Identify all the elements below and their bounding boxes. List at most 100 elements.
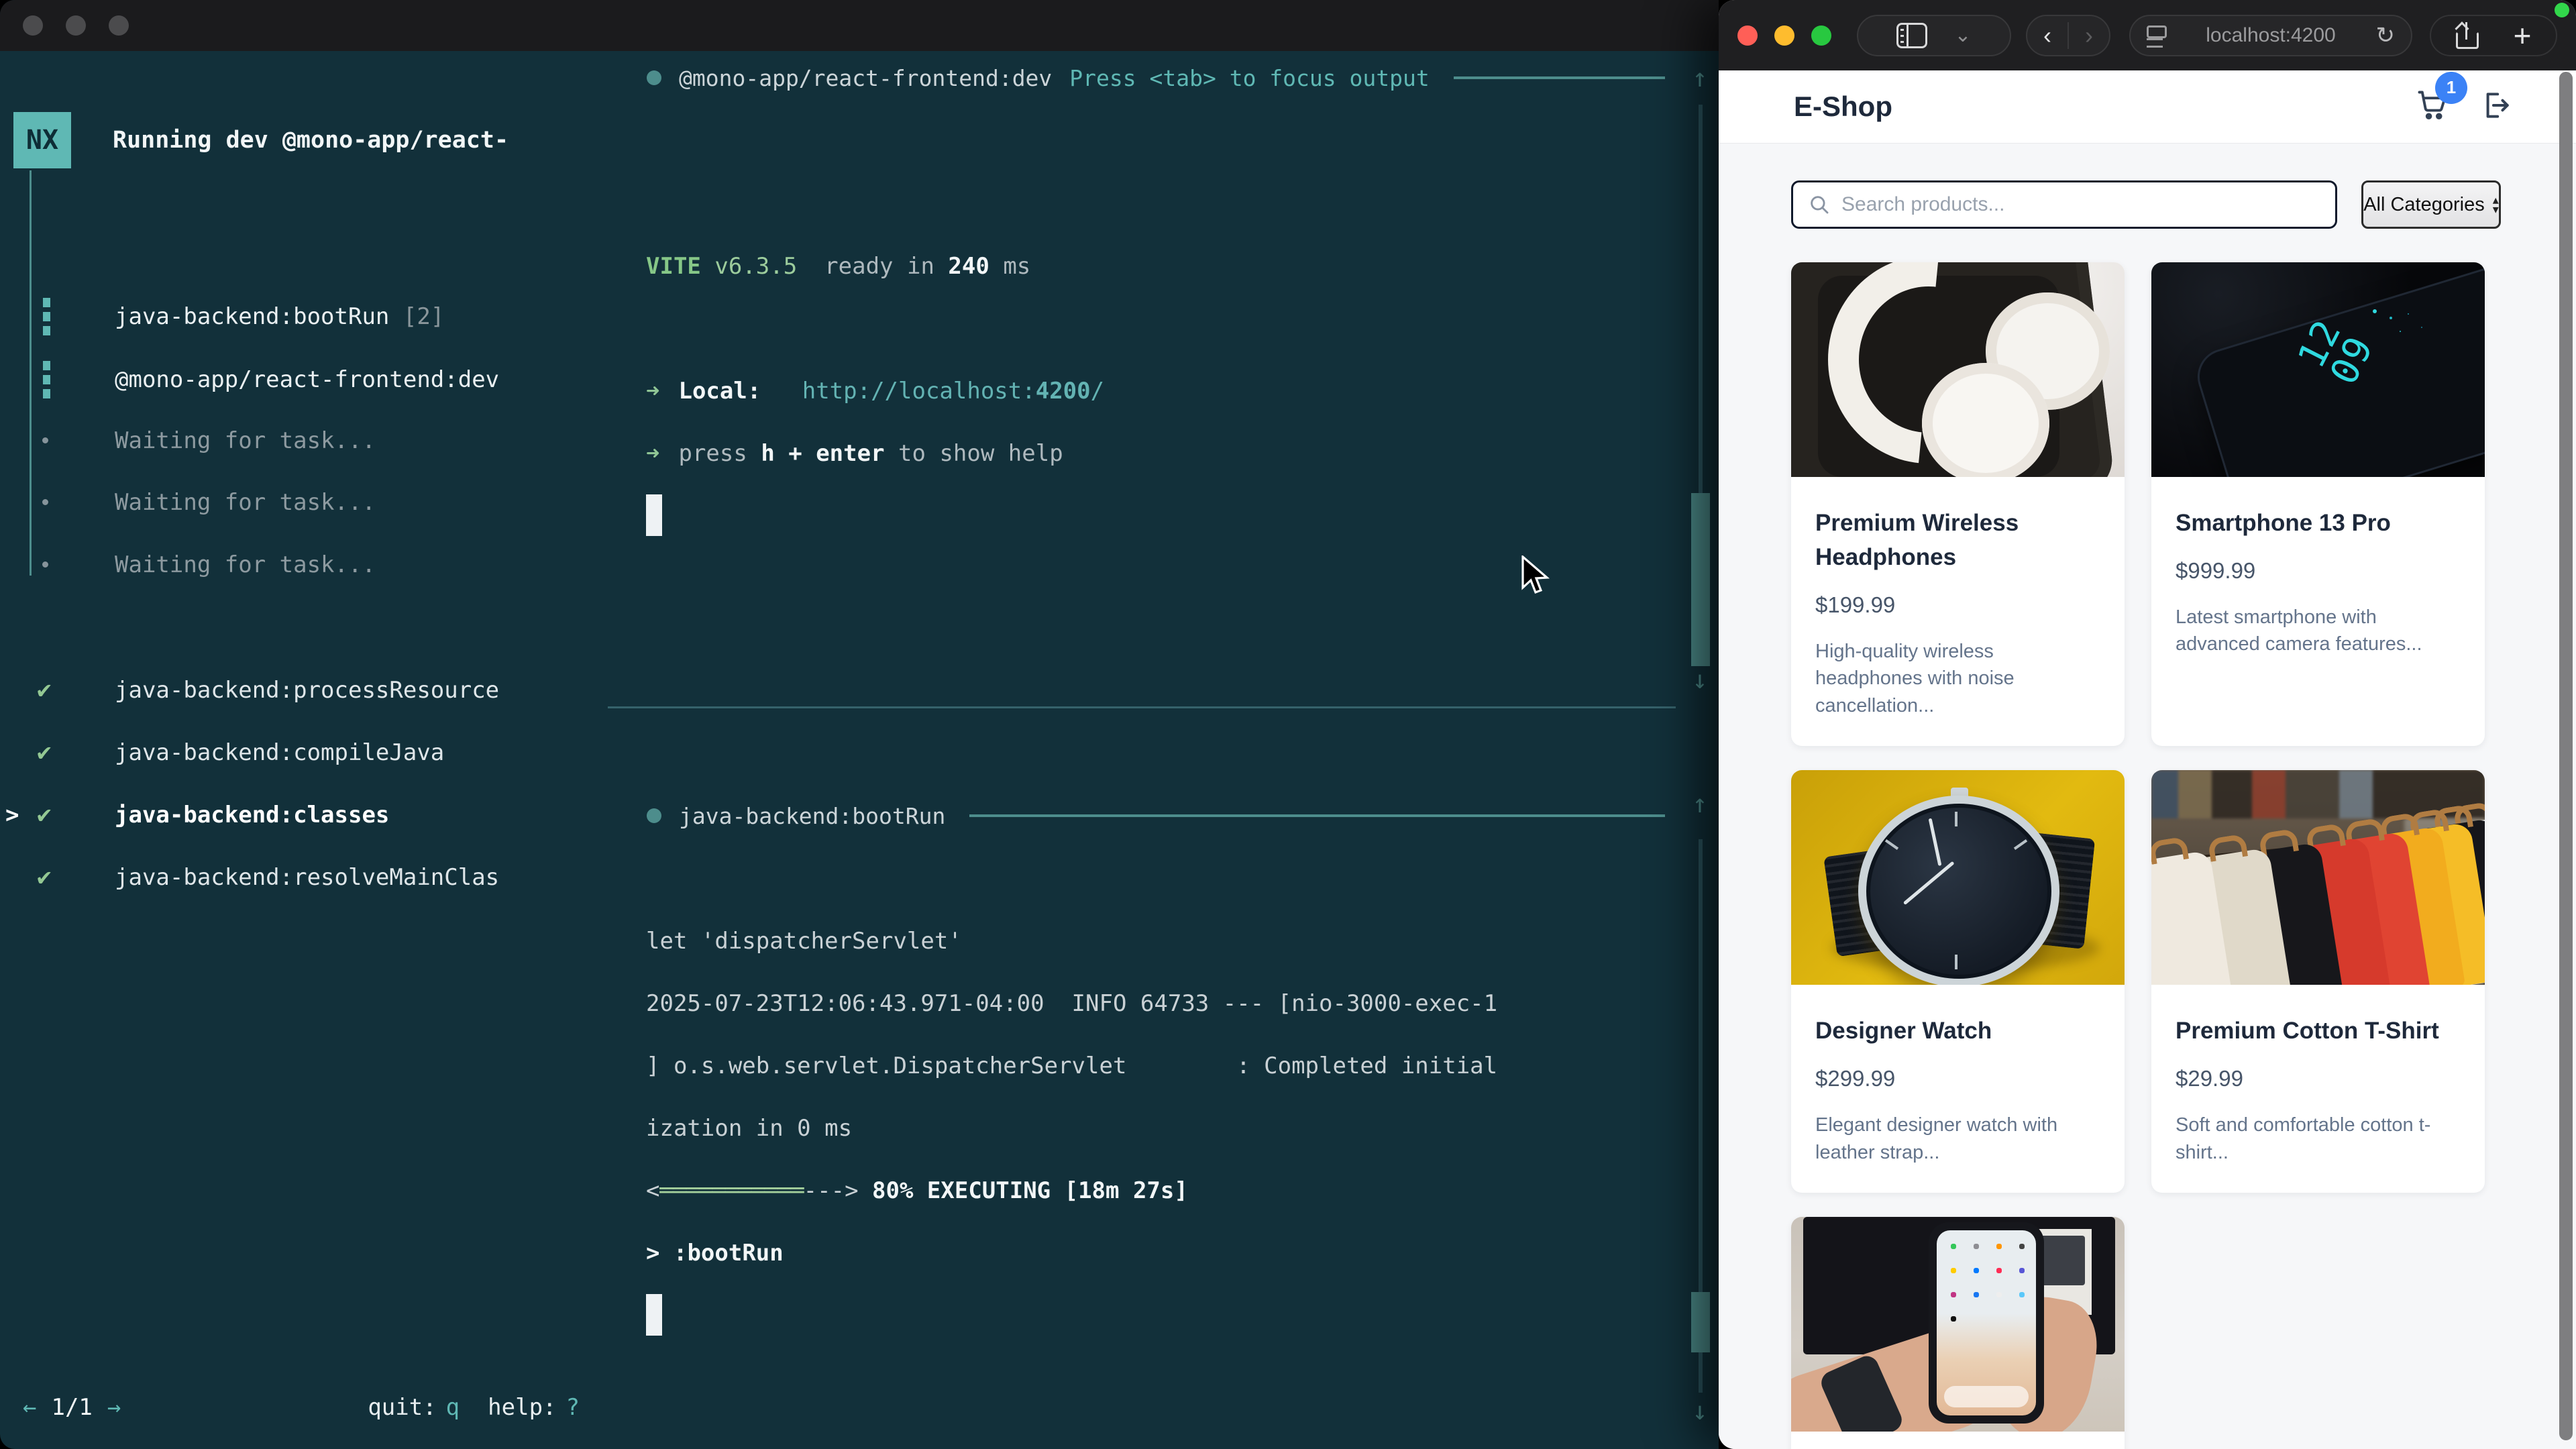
nx-logo: NX: [13, 112, 71, 168]
product-card[interactable]: 1209 Smartphone 13 Pro $999.99 Latest sm…: [2151, 262, 2485, 746]
panel-header[interactable]: @mono-app/react-frontend:dev Press <tab>…: [608, 51, 1719, 105]
scrollbar-thumb[interactable]: [1691, 1292, 1710, 1352]
output-panel-frontend: @mono-app/react-frontend:dev Press <tab>…: [608, 51, 1719, 706]
prompt-chevron: >: [646, 1240, 659, 1267]
maximize-button[interactable]: [109, 15, 129, 36]
log-line: ] o.s.web.servlet.DispatcherServlet : Co…: [646, 1034, 1719, 1097]
output-column: @mono-app/react-frontend:dev Press <tab>…: [608, 51, 1719, 1449]
share-icon[interactable]: [2456, 22, 2479, 49]
check-icon: ✔: [37, 676, 52, 704]
cart-count-badge: 1: [2435, 72, 2467, 104]
terminal-cursor: [646, 1294, 662, 1336]
task-count-badge: [2]: [403, 303, 444, 330]
pager-indicator: 1/1: [51, 1394, 92, 1421]
category-value: All Categories: [2363, 194, 2485, 216]
header-rule: [969, 814, 1665, 817]
close-button[interactable]: [23, 15, 43, 36]
cart-button[interactable]: 1: [2415, 88, 2450, 126]
product-card[interactable]: Premium Cotton T-Shirt $29.99 Soft and c…: [2151, 770, 2485, 1193]
nav-buttons: ‹ ›: [2026, 15, 2110, 56]
product-card[interactable]: Premium Wireless Headphones $199.99 High…: [1791, 262, 2125, 746]
vite-output: VITE v6.3.5 ready in 240 ms ➜ Local: htt…: [608, 105, 1719, 536]
sidebar-toggle-icon[interactable]: [1896, 23, 1927, 48]
header-rule: [1454, 76, 1665, 79]
product-name: Smartphone 13 Pro: [2176, 506, 2461, 541]
help-keys: h + enter: [761, 440, 884, 467]
product-desc: Latest smartphone with advanced camera f…: [2176, 604, 2461, 658]
url-text[interactable]: localhost:4200: [2131, 24, 2411, 47]
shop-header: E-Shop 1: [1719, 70, 2576, 143]
task-label: @mono-app/react-frontend:dev: [115, 366, 499, 393]
scroll-up-icon[interactable]: ↑: [1686, 63, 1713, 93]
scrollbar-thumb[interactable]: [1691, 493, 1710, 666]
select-arrows-icon: ▴▾: [2493, 195, 2499, 214]
terminal-window: NX Running dev @mono-app/react- java-bac…: [0, 0, 1719, 1449]
help-label: help:: [488, 1394, 556, 1421]
mouse-cursor: [1520, 555, 1550, 598]
toolbar-actions: +: [2430, 15, 2557, 56]
product-name: Premium Cotton T-Shirt: [2176, 1014, 2461, 1049]
product-price: $299.99: [1815, 1066, 2100, 1091]
quit-label: quit:: [368, 1394, 436, 1421]
gradle-output: let 'dispatcherServlet' 2025-07-23T12:06…: [608, 843, 1719, 1336]
page-scrollbar-thumb[interactable]: [2559, 72, 2573, 1440]
pager-prev-icon[interactable]: ←: [23, 1394, 36, 1421]
shop-brand: E-Shop: [1794, 91, 1892, 123]
chevron-down-icon[interactable]: ⌄: [1954, 23, 1971, 47]
search-box[interactable]: [1791, 180, 2337, 229]
quit-key: q: [446, 1394, 460, 1421]
product-price: $999.99: [2176, 558, 2461, 584]
eshop-page: E-Shop 1: [1719, 70, 2576, 1449]
sidebar-toggle-group: ⌄: [1857, 15, 2011, 56]
scroll-up-icon[interactable]: ↑: [1686, 789, 1713, 818]
task-label: Waiting for task...: [115, 489, 376, 516]
progress-bar: ═══════════: [659, 1177, 803, 1204]
search-input[interactable]: [1841, 193, 2320, 216]
back-button[interactable]: ‹: [2027, 21, 2068, 50]
spinner-icon: [39, 298, 54, 335]
product-card[interactable]: Designer Watch $299.99 Elegant designer …: [1791, 770, 2125, 1193]
ready-text: ready in: [824, 253, 934, 280]
waiting-dot-icon: [42, 437, 48, 443]
gradle-progress-line: <═══════════---> 80% EXECUTING [18m 27s]: [646, 1159, 1719, 1222]
task-label: java-backend:classes: [115, 802, 389, 828]
spinner-icon: [39, 361, 54, 398]
filter-row: All Categories ▴▾: [1719, 143, 2576, 229]
forward-button[interactable]: ›: [2069, 21, 2109, 50]
panel-task-name: @mono-app/react-frontend:dev: [679, 65, 1052, 91]
task-label: java-backend:compileJava: [115, 739, 444, 766]
vite-brand: VITE: [646, 253, 701, 280]
local-label: Local:: [678, 378, 761, 405]
ready-unit: ms: [1003, 253, 1030, 280]
minimize-button[interactable]: [1774, 25, 1794, 46]
vite-version: v6.3.5: [714, 253, 797, 280]
minimize-button[interactable]: [66, 15, 86, 36]
scroll-down-icon[interactable]: ↓: [1686, 665, 1713, 694]
product-desc: High-quality wireless headphones with no…: [1815, 638, 2100, 720]
maximize-button[interactable]: [1811, 25, 1831, 46]
help-pre: press: [678, 440, 747, 467]
new-tab-icon[interactable]: +: [2514, 17, 2532, 54]
task-list-sidebar: NX Running dev @mono-app/react- java-bac…: [0, 51, 608, 1449]
close-button[interactable]: [1737, 25, 1758, 46]
panel-header[interactable]: java-backend:bootRun: [608, 789, 1719, 843]
product-desc: Soft and comfortable cotton t-shirt...: [2176, 1112, 2461, 1166]
address-bar[interactable]: localhost:4200 ↻: [2129, 15, 2412, 56]
log-line: let 'dispatcherServlet': [646, 910, 1719, 972]
local-url[interactable]: http://localhost:4200/: [802, 378, 1104, 405]
category-select[interactable]: All Categories ▴▾: [2361, 180, 2501, 229]
task-dot-icon: [647, 70, 661, 85]
product-card[interactable]: Wireless Gaming Mouse $79.99 High-perfor…: [1791, 1217, 2125, 1449]
scroll-down-icon[interactable]: ↓: [1686, 1396, 1713, 1426]
logout-button[interactable]: [2478, 89, 2512, 125]
product-name: Designer Watch: [1815, 1014, 2100, 1049]
check-icon: ✔: [37, 801, 52, 828]
pager-next-icon[interactable]: →: [107, 1394, 121, 1421]
product-image-watch: [1791, 770, 2125, 985]
safari-window: ⌄ ‹ › localhost:4200 ↻ + E-Shop: [1719, 0, 2576, 1449]
product-price: $199.99: [1815, 592, 2100, 618]
prompt-command: :bootRun: [674, 1240, 784, 1267]
gradle-prompt-line: > :bootRun: [646, 1222, 1719, 1284]
check-icon: ✔: [37, 863, 52, 891]
task-label: java-backend:processResource: [115, 677, 499, 704]
